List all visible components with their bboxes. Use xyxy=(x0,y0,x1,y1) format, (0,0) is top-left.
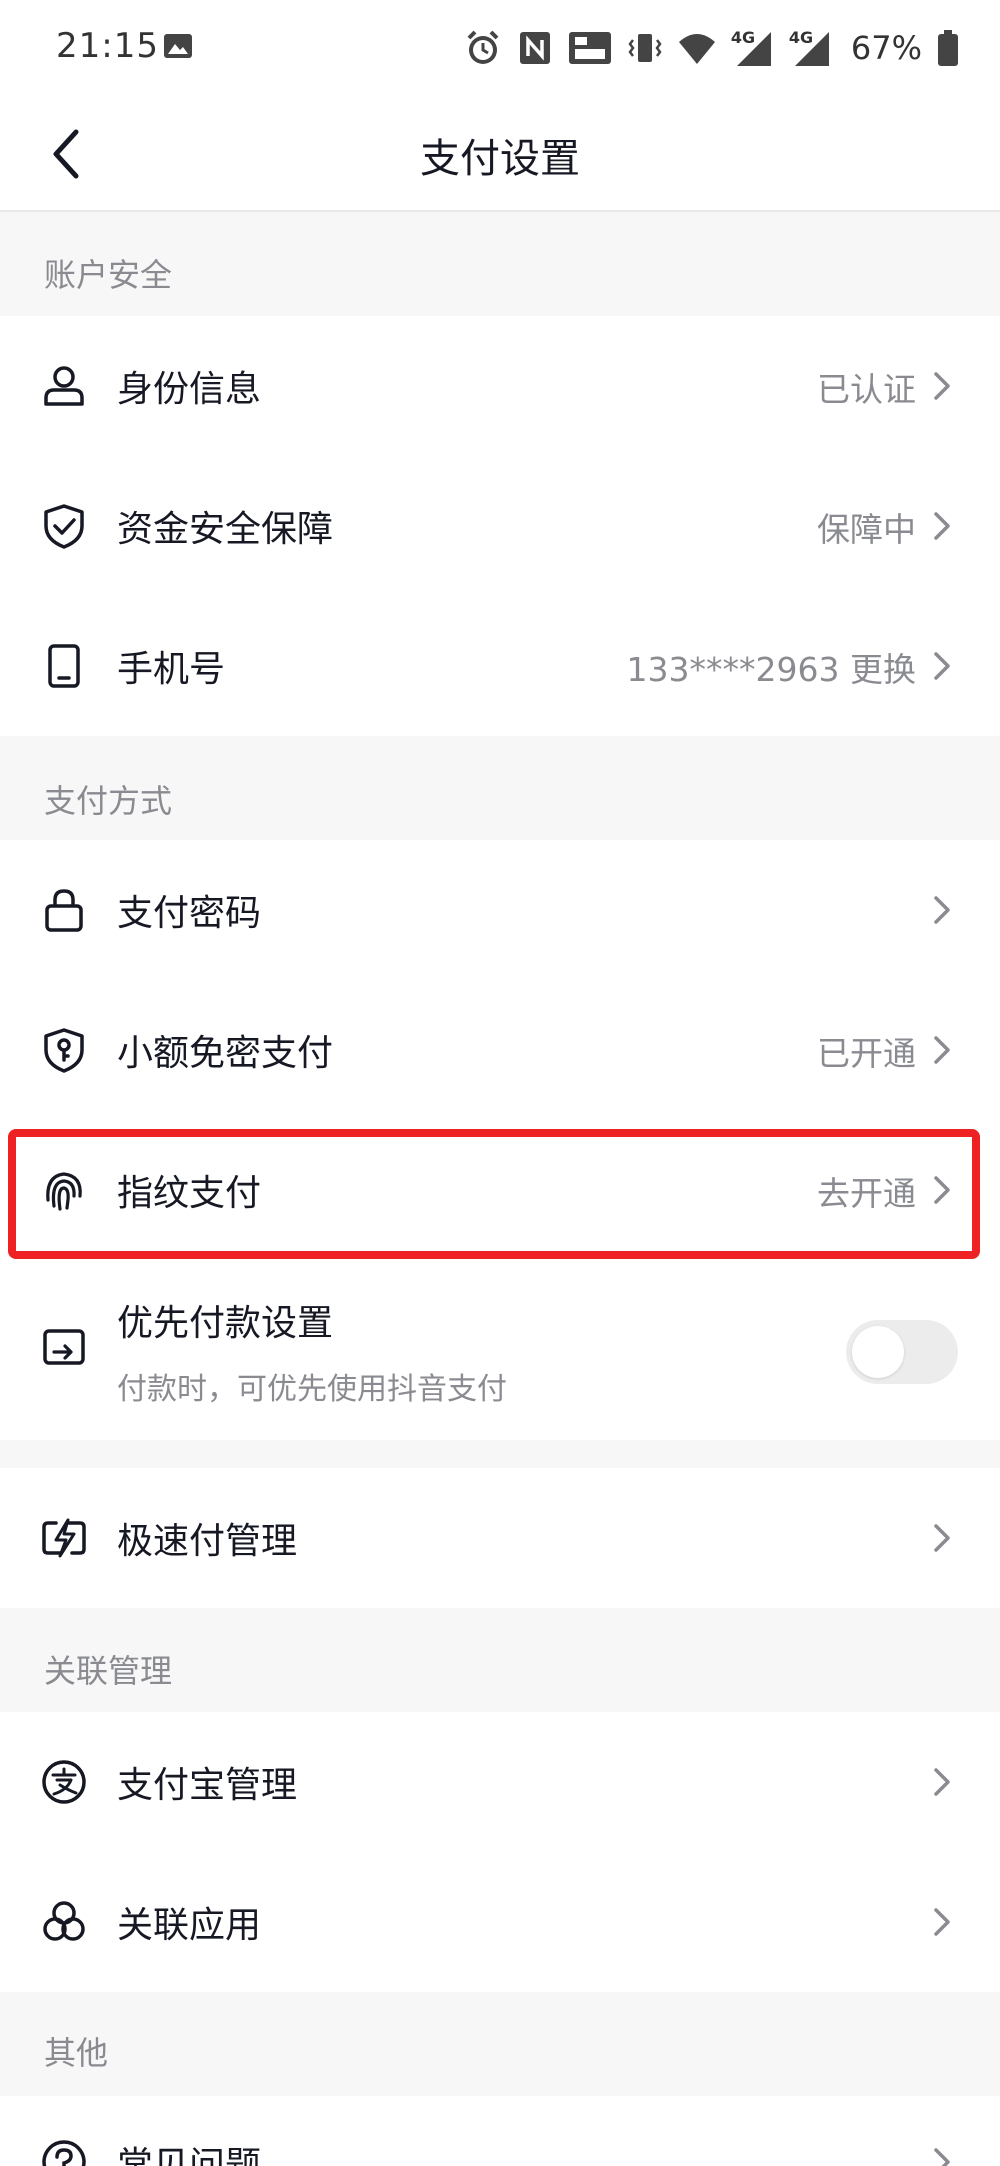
wifi-icon xyxy=(678,34,715,64)
signal-icon xyxy=(794,32,829,66)
shield-key-icon xyxy=(44,1028,84,1073)
payment-card-icon xyxy=(43,1329,85,1365)
chevron-right-icon xyxy=(934,2148,950,2166)
status-icons: 4G 4G 67% xyxy=(463,22,960,74)
row-label: 小额免密支付 xyxy=(117,1033,334,1074)
vibrate-icon xyxy=(628,34,662,62)
nfc-icon xyxy=(519,32,550,64)
row-value: 去开通 xyxy=(817,1174,916,1213)
linked-apps-row[interactable]: 关联应用 xyxy=(0,1852,1000,1992)
row-label: 常见问题 xyxy=(117,2145,262,2166)
row-label: 资金安全保障 xyxy=(117,509,334,550)
row-label: 关联应用 xyxy=(117,1905,262,1946)
user-icon xyxy=(44,366,84,406)
alipay-icon xyxy=(42,1760,86,1804)
section-title: 其他 xyxy=(44,2034,109,2072)
chevron-right-icon xyxy=(934,1036,950,1064)
alipay-management-row[interactable]: 支付宝管理 xyxy=(0,1712,1000,1852)
row-label: 支付宝管理 xyxy=(117,1765,298,1806)
priority-payment-row: 优先付款设置 付款时，可优先使用抖音支付 xyxy=(0,1260,1000,1440)
row-description: 付款时，可优先使用抖音支付 xyxy=(117,1372,507,1407)
question-icon xyxy=(42,2140,86,2166)
linked-circles-icon xyxy=(43,1901,85,1941)
row-label: 身份信息 xyxy=(117,369,262,410)
nav-bar: 支付设置 xyxy=(0,96,1000,212)
chevron-right-icon xyxy=(934,1176,950,1204)
status-bar: 21:15 4G 4G 67% xyxy=(0,0,1000,96)
row-value: 已认证 xyxy=(817,370,916,409)
chevron-right-icon xyxy=(934,896,950,924)
chevron-right-icon xyxy=(934,512,950,540)
express-pay-row[interactable]: 极速付管理 xyxy=(0,1468,1000,1608)
battery-icon xyxy=(938,30,958,66)
alarm-icon xyxy=(467,30,499,64)
lock-icon xyxy=(45,889,83,932)
small-amount-password-free-row[interactable]: 小额免密支付 已开通 xyxy=(0,980,1000,1120)
battery-percent: 67% xyxy=(850,29,922,67)
section-title: 账户安全 xyxy=(44,256,173,294)
page-title: 支付设置 xyxy=(420,136,580,182)
chevron-right-icon xyxy=(934,652,950,680)
faq-row[interactable]: 常见问题 xyxy=(0,2096,1000,2166)
identity-info-row[interactable]: 身份信息 已认证 xyxy=(0,316,1000,456)
gallery-icon xyxy=(164,34,192,58)
section-header-linked-management: 关联管理 xyxy=(0,1608,1000,1712)
status-time: 21:15 xyxy=(56,26,159,66)
volte-icon xyxy=(568,32,611,64)
row-label: 手机号 xyxy=(117,649,226,690)
pay-password-row[interactable]: 支付密码 xyxy=(0,840,1000,980)
phone-icon xyxy=(48,644,80,688)
section-title: 关联管理 xyxy=(44,1652,173,1690)
section-header-account-security: 账户安全 xyxy=(0,212,1000,316)
chevron-right-icon xyxy=(934,372,950,400)
row-label: 指纹支付 xyxy=(117,1173,262,1214)
fingerprint-icon xyxy=(46,1172,82,1211)
row-label: 极速付管理 xyxy=(117,1521,298,1562)
section-header-payment-methods: 支付方式 xyxy=(0,736,1000,840)
fund-safety-row[interactable]: 资金安全保障 保障中 xyxy=(0,456,1000,596)
row-value: 已开通 xyxy=(817,1034,916,1073)
row-value: 保障中 xyxy=(817,510,916,549)
shield-check-icon xyxy=(44,504,84,549)
section-header-other: 其他 xyxy=(0,1992,1000,2096)
chevron-right-icon xyxy=(934,1768,950,1796)
phone-number-row[interactable]: 手机号 133****2963 更换 xyxy=(0,596,1000,736)
section-title: 支付方式 xyxy=(44,782,173,820)
priority-payment-toggle[interactable] xyxy=(846,1320,958,1384)
lightning-card-icon xyxy=(42,1518,86,1558)
row-label: 优先付款设置 xyxy=(117,1303,334,1344)
chevron-right-icon xyxy=(934,1524,950,1552)
signal-icon xyxy=(736,32,771,66)
row-label: 支付密码 xyxy=(117,893,262,934)
row-value: 133****2963 更换 xyxy=(626,650,916,689)
toggle-knob xyxy=(852,1326,904,1378)
chevron-right-icon xyxy=(934,1908,950,1936)
fingerprint-pay-row[interactable]: 指纹支付 去开通 xyxy=(0,1120,1000,1260)
